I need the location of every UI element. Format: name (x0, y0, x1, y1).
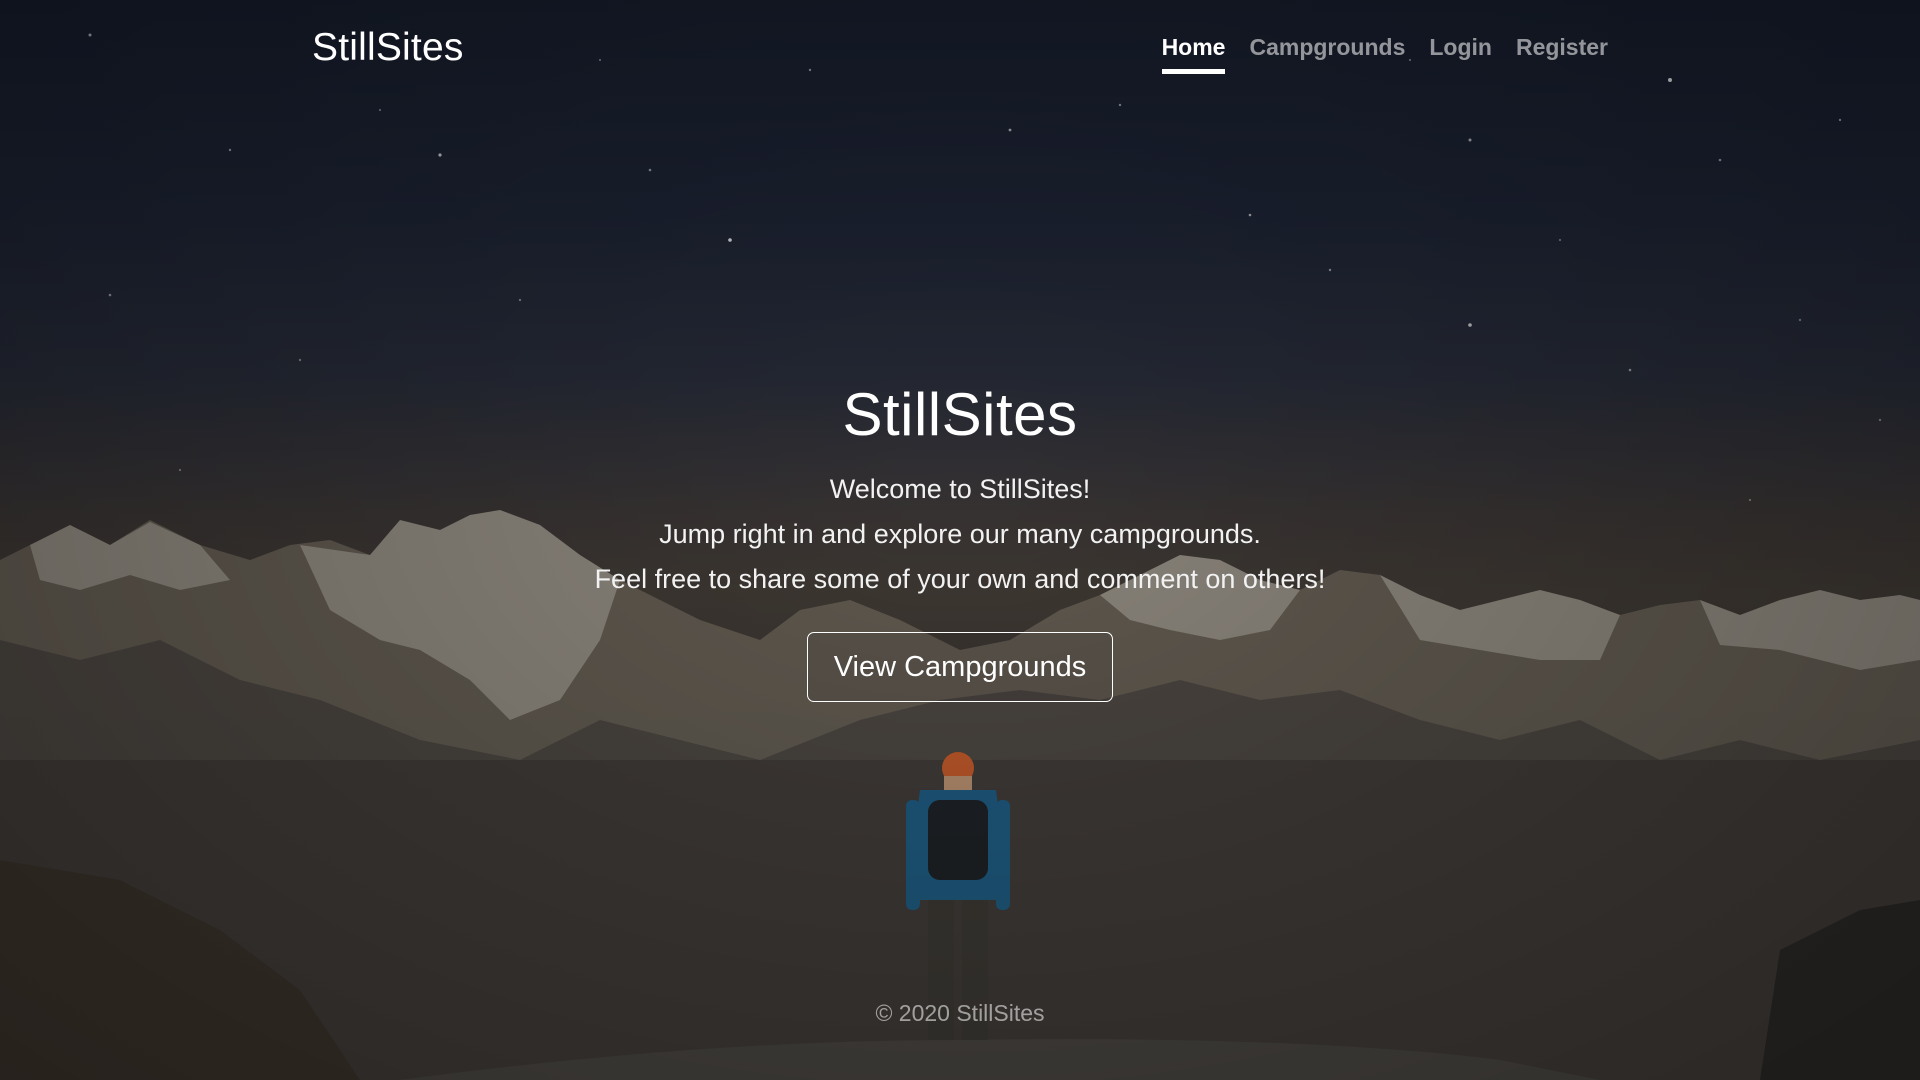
landing-page: StillSites Home Campgrounds Login Regist… (0, 0, 1920, 1080)
navbar: StillSites Home Campgrounds Login Regist… (312, 22, 1608, 80)
hero-line-explore: Jump right in and explore our many campg… (659, 519, 1261, 549)
hero-line-share: Feel free to share some of your own and … (594, 564, 1326, 594)
nav-link-home[interactable]: Home (1161, 34, 1226, 74)
nav-links: Home Campgrounds Login Register (1161, 34, 1608, 74)
nav-link-register[interactable]: Register (1516, 34, 1608, 74)
nav-link-campgrounds[interactable]: Campgrounds (1249, 34, 1405, 74)
view-campgrounds-button[interactable]: View Campgrounds (806, 632, 1114, 702)
copyright-text: © 2020 StillSites (875, 1000, 1045, 1026)
nav-link-login[interactable]: Login (1429, 34, 1492, 74)
hero-section: StillSites Welcome to StillSites! Jump r… (0, 380, 1920, 702)
footer: © 2020 StillSites (0, 1000, 1920, 1027)
hero-lead: Welcome to StillSites! Jump right in and… (0, 467, 1920, 602)
hero-line-welcome: Welcome to StillSites! (829, 474, 1091, 504)
hero-title: StillSites (842, 381, 1078, 448)
brand-logo-link[interactable]: StillSites (312, 26, 464, 70)
